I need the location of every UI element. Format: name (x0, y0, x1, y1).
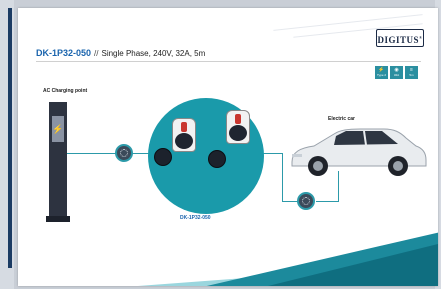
panel-edge (8, 8, 12, 268)
lightning-icon: ⚡ (52, 116, 64, 142)
connection-line (282, 153, 283, 201)
cable-product-image (148, 98, 264, 214)
product-slide: DIGITUS® DK-1P32-050//Single Phase, 240V… (18, 8, 438, 286)
connection-line (262, 153, 282, 154)
decorative-wedge (268, 244, 438, 286)
pillar-base (46, 216, 70, 222)
title-separator: // (94, 49, 99, 58)
background-panel-left (0, 0, 14, 289)
cable-coil (154, 148, 172, 166)
length-badge: ≡ 5m (405, 66, 418, 79)
charging-point-label: AC Charging point (43, 88, 88, 94)
type2-badge: ⚡ Type 2 (375, 66, 388, 79)
electric-car-image (291, 128, 427, 176)
type2-socket-icon (297, 192, 315, 210)
product-title: DK-1P32-050//Single Phase, 240V, 32A, 5m (36, 48, 205, 58)
cable-model-label: DK-1P32-050 (180, 215, 211, 221)
model-number: DK-1P32-050 (36, 48, 92, 58)
brand-logo: DIGITUS® (376, 29, 424, 47)
feature-badges: ⚡ Type 2 ◉ 32A ≡ 5m (375, 66, 418, 79)
type2-plug-icon (172, 118, 196, 152)
connection-line (67, 153, 117, 154)
connection-line (316, 201, 338, 202)
charging-pillar: ⚡ (46, 102, 70, 222)
cable-coil (208, 150, 226, 168)
title-divider (36, 61, 421, 62)
type2-socket-icon (115, 144, 133, 162)
type2-plug-icon (226, 110, 250, 144)
connection-line (282, 201, 298, 202)
product-description: Single Phase, 240V, 32A, 5m (101, 49, 206, 58)
current-badge: ◉ 32A (390, 66, 403, 79)
